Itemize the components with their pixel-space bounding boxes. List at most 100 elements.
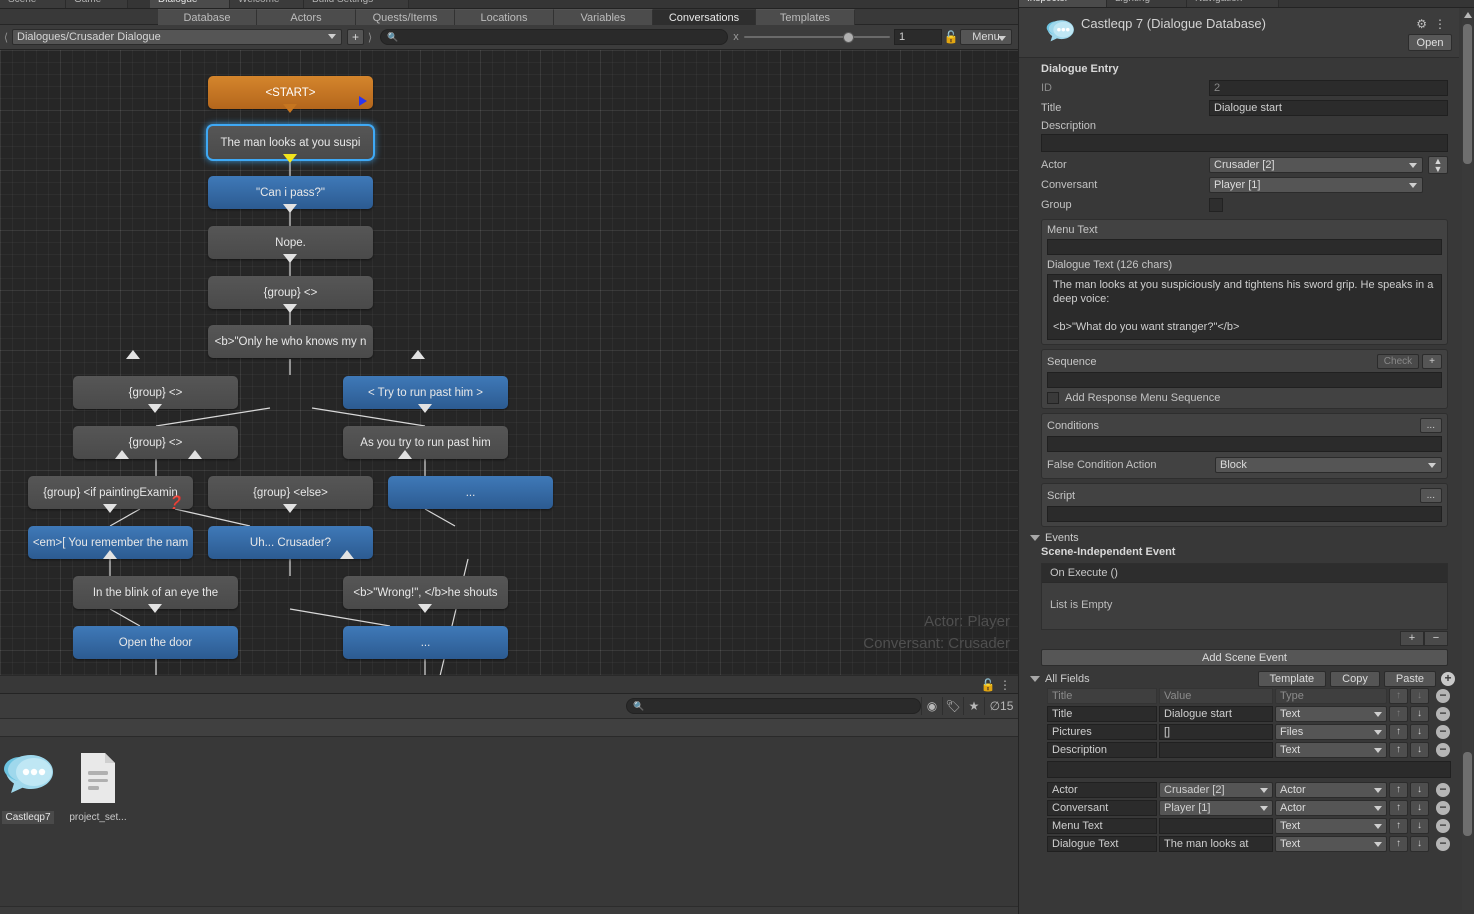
description-long-value-input[interactable] [1047, 761, 1451, 778]
copy-button[interactable]: Copy [1330, 671, 1380, 687]
script-more-button[interactable]: ... [1419, 488, 1442, 503]
graph-menu-button[interactable]: Menu [960, 29, 1012, 45]
scrollbar-thumb[interactable] [1463, 752, 1472, 836]
field-title[interactable]: Actor [1047, 782, 1157, 798]
tab-database[interactable]: Database [158, 9, 257, 25]
field-value[interactable]: Dialogue start [1159, 706, 1273, 722]
field-type-dropdown[interactable]: Text [1275, 818, 1387, 834]
asset-item-project-settings[interactable]: project_set... [62, 751, 134, 824]
tab-variables[interactable]: Variables [554, 9, 653, 25]
zoom-slider[interactable] [744, 29, 890, 45]
dialogue-node[interactable]: As you try to run past him [343, 426, 508, 459]
window-tab-game[interactable]: Game [66, 0, 128, 8]
tab-templates[interactable]: Templates [756, 9, 855, 25]
all-fields-foldout-label[interactable]: All Fields [1045, 673, 1254, 685]
favorite-star-icon[interactable]: ★ [963, 697, 984, 715]
tab-conversations[interactable]: Conversations [653, 9, 756, 25]
sequence-input[interactable] [1047, 372, 1442, 388]
field-type-dropdown[interactable]: Text [1275, 836, 1387, 852]
lock-open-icon[interactable]: 🔓 [981, 678, 996, 692]
all-fields-scrollbar[interactable] [1462, 746, 1473, 914]
tab-actors[interactable]: Actors [257, 9, 356, 25]
window-tab-build-settings[interactable]: Build Settings [304, 0, 409, 8]
kebab-menu-icon[interactable]: ⋮ [999, 678, 1011, 692]
project-asset-grid[interactable]: Castleqp7 project_set... [0, 737, 1018, 907]
move-down-button[interactable]: ↓ [1410, 706, 1429, 722]
field-type-dropdown[interactable]: Actor [1275, 800, 1387, 816]
dialogue-node[interactable]: <b>"Only he who knows my n [208, 325, 373, 358]
window-tab-dialogue[interactable]: Dialogue [150, 0, 230, 8]
field-type-dropdown[interactable]: Text [1275, 742, 1387, 758]
dialogue-node-response[interactable]: Open the door [73, 626, 238, 659]
false-condition-action-dropdown[interactable]: Block [1215, 457, 1442, 473]
remove-field-button[interactable]: − [1436, 801, 1450, 815]
move-up-button[interactable]: ↑ [1389, 800, 1408, 816]
conditions-input[interactable] [1047, 436, 1442, 452]
remove-field-button[interactable]: − [1436, 819, 1450, 833]
project-search-input[interactable]: 🔍 [626, 698, 921, 714]
dialogue-node-canvas[interactable]: Castleqp7 Actor: Player Conversant: Crus… [0, 50, 1018, 675]
field-value-dropdown[interactable]: Crusader [2] [1159, 782, 1273, 798]
move-up-button[interactable]: ↑ [1389, 706, 1408, 722]
field-title[interactable]: Description [1047, 742, 1157, 758]
inspector-tab-navigation[interactable]: Navigation [1187, 0, 1279, 7]
kebab-menu-icon[interactable]: ⋮ [1434, 17, 1446, 31]
play-icon[interactable] [359, 96, 367, 106]
forward-chevron-icon[interactable]: ⟩ [364, 31, 376, 44]
graph-search-input[interactable]: 🔍 [380, 29, 728, 45]
field-title[interactable]: Conversant [1047, 800, 1157, 816]
field-value[interactable]: [] [1159, 724, 1273, 740]
field-type-dropdown[interactable]: Text [1275, 706, 1387, 722]
add-response-menu-sequence-checkbox[interactable] [1047, 392, 1059, 404]
move-down-button[interactable]: ↓ [1410, 742, 1429, 758]
move-up-button[interactable]: ↑ [1389, 836, 1408, 852]
add-conversation-button[interactable]: + [347, 29, 364, 45]
inspector-tab-inspector[interactable]: Inspector [1019, 0, 1107, 7]
conditions-more-button[interactable]: ... [1419, 418, 1442, 433]
dialogue-node-response[interactable]: ... [388, 476, 553, 509]
field-title[interactable]: Title [1047, 706, 1157, 722]
move-up-button[interactable]: ↑ [1389, 742, 1408, 758]
move-down-button[interactable]: ↓ [1410, 782, 1429, 798]
move-down-button[interactable]: ↓ [1410, 800, 1429, 816]
hidden-assets-counter[interactable]: ∅15 [984, 697, 1018, 715]
back-chevron-icon[interactable]: ⟨ [0, 31, 12, 44]
group-checkbox[interactable] [1209, 198, 1223, 212]
menu-text-input[interactable] [1047, 239, 1442, 255]
move-down-button[interactable]: ↓ [1410, 836, 1429, 852]
field-value[interactable]: The man looks at [1159, 836, 1273, 852]
scroll-up-icon[interactable] [1464, 12, 1472, 18]
dialogue-text-input[interactable]: The man looks at you suspiciously and ti… [1047, 274, 1442, 340]
add-field-button[interactable]: + [1441, 672, 1455, 686]
remove-event-listener-button[interactable]: − [1424, 631, 1448, 646]
add-event-listener-button[interactable]: + [1400, 631, 1424, 646]
events-foldout[interactable]: Events [1019, 532, 1459, 544]
title-input[interactable]: Dialogue start [1209, 100, 1448, 116]
conversation-dropdown[interactable]: Dialogues/Crusader Dialogue [12, 29, 342, 45]
move-up-button[interactable]: ↑ [1389, 724, 1408, 740]
remove-field-button[interactable]: − [1436, 783, 1450, 797]
window-tab-welcome[interactable]: Welcome [230, 0, 304, 8]
tab-quests-items[interactable]: Quests/Items [356, 9, 455, 25]
template-button[interactable]: Template [1257, 671, 1327, 687]
scrollbar-thumb[interactable] [1463, 24, 1472, 164]
sequence-add-button[interactable]: + [1422, 354, 1442, 369]
dialogue-node-group[interactable]: {group} <> [73, 426, 238, 459]
add-scene-event-button[interactable]: Add Scene Event [1041, 649, 1448, 666]
conversant-dropdown[interactable]: Player [1] [1209, 177, 1423, 193]
remove-field-button[interactable]: − [1436, 837, 1450, 851]
zoom-value-input[interactable]: 1 [894, 29, 942, 45]
field-value-dropdown[interactable]: Player [1] [1159, 800, 1273, 816]
field-title[interactable]: Dialogue Text [1047, 836, 1157, 852]
actor-swap-button[interactable]: ▲ ▼ [1428, 156, 1448, 174]
script-input[interactable] [1047, 506, 1442, 522]
label-tag-icon[interactable]: 🏷 [942, 697, 963, 715]
paste-button[interactable]: Paste [1383, 671, 1436, 687]
actor-dropdown[interactable]: Crusader [2] [1209, 157, 1423, 173]
asset-item-castleqp7[interactable]: Castleqp7 [0, 751, 64, 824]
field-type-dropdown[interactable]: Actor [1275, 782, 1387, 798]
move-up-button[interactable]: ↑ [1389, 818, 1408, 834]
description-input[interactable] [1041, 134, 1448, 152]
field-value[interactable] [1159, 742, 1273, 758]
field-value[interactable] [1159, 818, 1273, 834]
